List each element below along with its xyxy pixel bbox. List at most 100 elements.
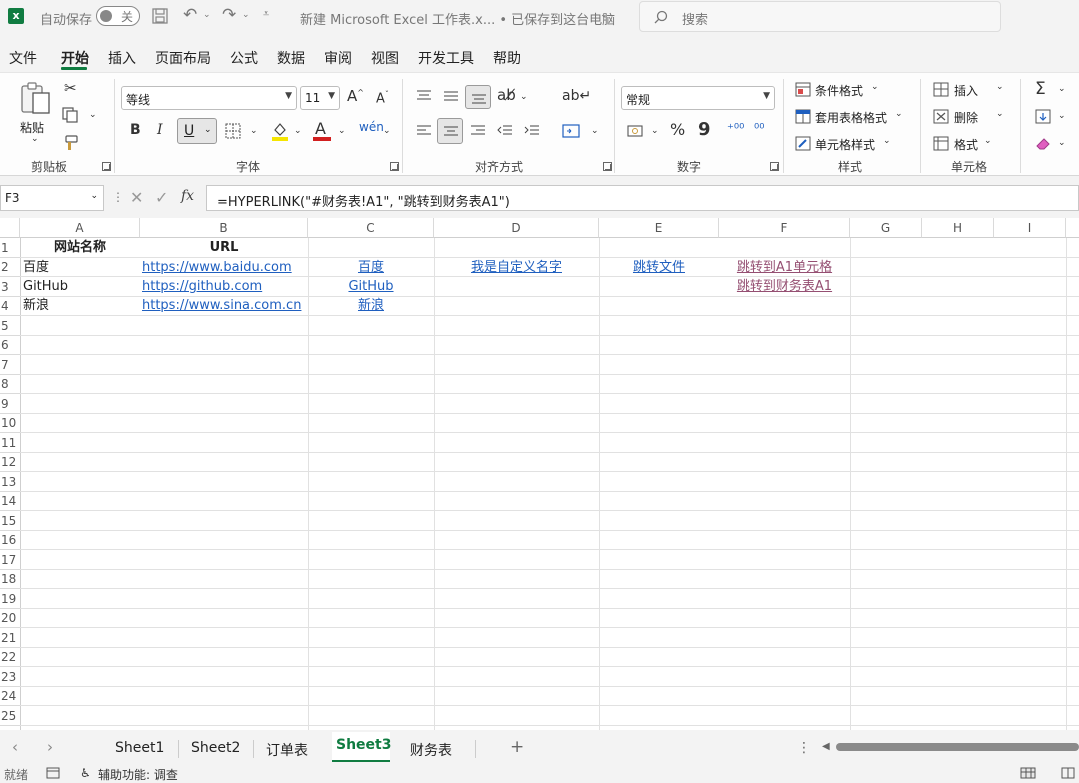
- font-launcher-icon[interactable]: [390, 162, 399, 171]
- tab-view[interactable]: 视图: [371, 48, 399, 68]
- increase-indent-icon[interactable]: [524, 124, 540, 138]
- scroll-left-icon[interactable]: ◀: [822, 741, 830, 752]
- conditional-format-button[interactable]: 条件格式: [815, 82, 863, 99]
- cell-a2[interactable]: 百度: [23, 258, 49, 277]
- autosave-toggle[interactable]: 关: [96, 6, 140, 26]
- save-icon[interactable]: [152, 8, 168, 24]
- customize-toolbar-icon[interactable]: ⩡: [263, 7, 269, 21]
- scroll-tabs-left-icon[interactable]: ‹: [12, 738, 18, 756]
- cut-icon[interactable]: ✂: [64, 81, 77, 96]
- accessibility-icon[interactable]: ♿: [80, 766, 91, 780]
- row-header[interactable]: 18: [0, 570, 20, 589]
- cell-a4[interactable]: 新浪: [23, 296, 49, 315]
- row-header[interactable]: 20: [0, 609, 20, 628]
- merge-center-icon[interactable]: [562, 123, 580, 139]
- fill-dropdown-icon[interactable]: ⌄: [1058, 112, 1066, 121]
- row-header[interactable]: 8: [0, 375, 20, 394]
- chevron-down-icon[interactable]: ⌄: [883, 137, 891, 146]
- align-middle-icon[interactable]: [443, 89, 459, 103]
- font-size-combo[interactable]: 11 ▼: [300, 86, 340, 110]
- clipboard-launcher-icon[interactable]: [102, 162, 111, 171]
- tab-page-layout[interactable]: 页面布局: [155, 48, 211, 68]
- sheet-tab-sheet1[interactable]: Sheet1: [115, 740, 164, 756]
- column-header-i[interactable]: I: [994, 218, 1066, 238]
- row-header[interactable]: 1: [0, 238, 20, 258]
- autosum-dropdown-icon[interactable]: ⌄: [1058, 85, 1066, 94]
- row-header[interactable]: 21: [0, 628, 20, 648]
- wrap-text-icon[interactable]: ab↵: [562, 89, 591, 103]
- borders-dropdown-icon[interactable]: ⌄: [250, 127, 258, 136]
- font-color-dropdown-icon[interactable]: ⌄: [338, 127, 346, 136]
- add-sheet-button[interactable]: +: [510, 737, 524, 757]
- delete-cells-icon[interactable]: [933, 109, 949, 124]
- column-header-c[interactable]: C: [308, 218, 434, 238]
- paste-icon[interactable]: [20, 81, 52, 115]
- paste-dropdown-icon[interactable]: ⌄: [31, 135, 39, 144]
- row-header[interactable]: 7: [0, 355, 20, 375]
- horizontal-scrollbar[interactable]: [836, 743, 1079, 751]
- merge-dropdown-icon[interactable]: ⌄: [591, 127, 599, 136]
- phonetic-dropdown-icon[interactable]: ⌄: [383, 127, 391, 136]
- cell-b4[interactable]: https://www.sina.com.cn: [142, 296, 301, 315]
- row-header[interactable]: 15: [0, 511, 20, 531]
- cell-styles-icon[interactable]: [795, 136, 811, 151]
- tab-review[interactable]: 审阅: [324, 48, 352, 68]
- underline-button[interactable]: U ⌄: [177, 118, 217, 144]
- decrease-decimal-icon[interactable]: ⁰⁰: [754, 123, 764, 136]
- row-header[interactable]: 2: [0, 258, 20, 277]
- row-header[interactable]: 17: [0, 550, 20, 570]
- comma-style-icon[interactable]: 9: [698, 121, 711, 139]
- page-layout-view-icon[interactable]: [1060, 767, 1076, 779]
- format-as-table-button[interactable]: 套用表格格式: [815, 109, 887, 126]
- fill-color-dropdown-icon[interactable]: ⌄: [294, 127, 302, 136]
- row-header[interactable]: 3: [0, 277, 20, 297]
- tab-home[interactable]: 开始: [61, 48, 89, 68]
- search-box[interactable]: 搜索: [639, 1, 1001, 32]
- formula-input[interactable]: =HYPERLINK("#财务表!A1", "跳转到财务表A1"): [206, 185, 1079, 211]
- cell-d2[interactable]: 我是自定义名字: [434, 258, 599, 277]
- row-header[interactable]: 11: [0, 433, 20, 453]
- row-header[interactable]: 5: [0, 316, 20, 336]
- autosum-icon[interactable]: Σ: [1035, 81, 1046, 98]
- conditional-format-icon[interactable]: [795, 82, 811, 97]
- row-header[interactable]: 13: [0, 472, 20, 492]
- italic-button[interactable]: I: [157, 123, 163, 137]
- borders-icon[interactable]: [225, 123, 241, 139]
- row-header[interactable]: 23: [0, 667, 20, 687]
- cell-e2[interactable]: 跳转文件: [599, 258, 719, 277]
- tab-formulas[interactable]: 公式: [230, 48, 258, 68]
- row-header[interactable]: 6: [0, 336, 20, 355]
- clear-eraser-icon[interactable]: [1035, 136, 1051, 151]
- phonetic-icon[interactable]: wén: [359, 121, 384, 133]
- column-header-g[interactable]: G: [850, 218, 922, 238]
- chevron-down-icon[interactable]: ⌄: [996, 110, 1004, 119]
- sheet-tab-orders[interactable]: 订单表: [266, 740, 308, 760]
- align-top-icon[interactable]: [416, 89, 432, 103]
- select-all-corner[interactable]: [0, 218, 20, 238]
- column-header-e[interactable]: E: [599, 218, 719, 238]
- fill-color-icon[interactable]: [271, 121, 289, 141]
- column-header-b[interactable]: B: [140, 218, 308, 238]
- format-cells-button[interactable]: 格式: [954, 136, 978, 153]
- cell-b2[interactable]: https://www.baidu.com: [142, 258, 292, 277]
- tab-insert[interactable]: 插入: [108, 48, 136, 68]
- title-dropdown-icon[interactable]: ⌄: [600, 10, 608, 20]
- format-cells-icon[interactable]: [933, 136, 949, 151]
- row-header[interactable]: 10: [0, 414, 20, 433]
- cell-c2[interactable]: 百度: [308, 258, 434, 277]
- align-right-icon[interactable]: [470, 124, 486, 138]
- insert-function-icon[interactable]: fx: [181, 188, 194, 204]
- cell-b1[interactable]: URL: [140, 238, 308, 257]
- align-left-icon[interactable]: [416, 124, 432, 138]
- undo-icon[interactable]: ↶: [183, 5, 197, 25]
- percent-icon[interactable]: %: [670, 122, 685, 138]
- tab-file[interactable]: 文件: [9, 48, 37, 68]
- scroll-tabs-right-icon[interactable]: ›: [47, 738, 53, 756]
- decrease-indent-icon[interactable]: [497, 124, 513, 138]
- cell-c3[interactable]: GitHub: [308, 277, 434, 296]
- column-header-f[interactable]: F: [719, 218, 850, 238]
- align-center-button[interactable]: [437, 118, 463, 144]
- fill-icon[interactable]: [1035, 109, 1051, 124]
- accounting-format-icon[interactable]: [627, 123, 645, 139]
- tab-help[interactable]: 帮助: [493, 48, 521, 68]
